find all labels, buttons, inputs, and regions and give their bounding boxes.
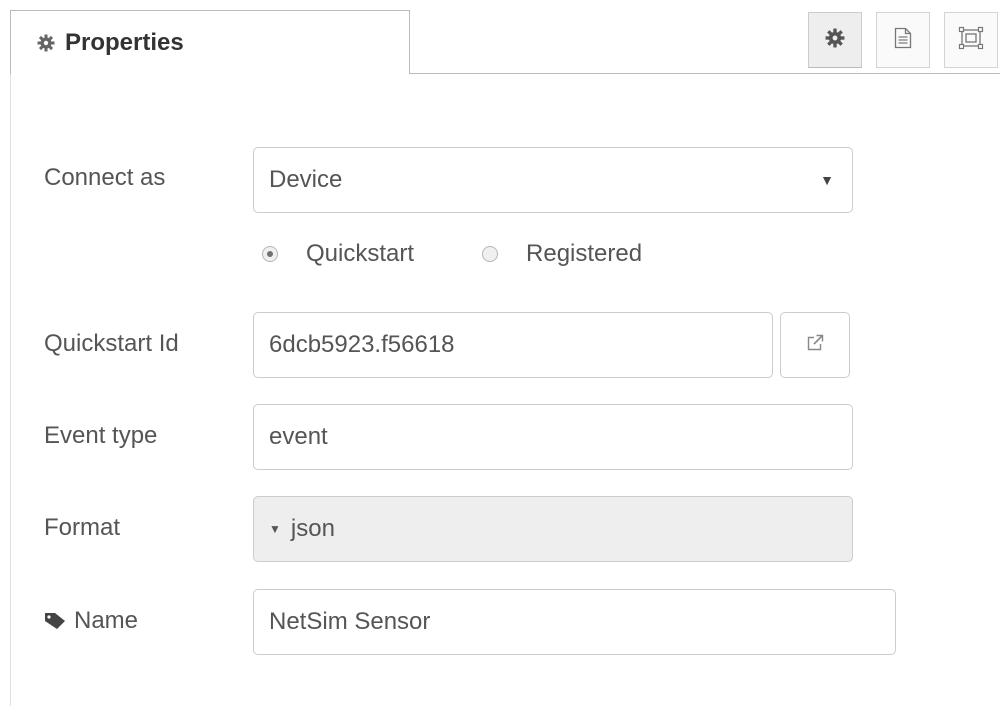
name-value: NetSim Sensor bbox=[269, 608, 431, 635]
registered-radio[interactable] bbox=[482, 246, 499, 262]
format-label: Format bbox=[44, 514, 121, 541]
name-label-row: Name bbox=[44, 607, 138, 635]
document-icon bbox=[894, 27, 912, 54]
event-type-label: Event type bbox=[44, 422, 158, 449]
quickstart-radio-label[interactable]: Quickstart bbox=[306, 240, 414, 268]
name-input[interactable]: NetSim Sensor bbox=[253, 589, 896, 655]
radio-selected-dot bbox=[267, 251, 273, 257]
tag-icon bbox=[44, 612, 66, 630]
event-type-input[interactable]: event bbox=[253, 404, 853, 470]
frame-icon bbox=[958, 26, 984, 55]
auth-radio-group: Quickstart Registered bbox=[262, 240, 642, 268]
quickstart-radio[interactable] bbox=[262, 246, 278, 262]
format-value: json bbox=[290, 515, 335, 542]
quickstart-id-label: Quickstart Id bbox=[44, 330, 179, 357]
open-quickstart-button[interactable] bbox=[780, 312, 850, 378]
caret-down-icon: ▼ bbox=[820, 172, 834, 188]
panel-left-border bbox=[10, 73, 11, 706]
registered-radio-label[interactable]: Registered bbox=[526, 240, 642, 268]
quickstart-id-input[interactable]: 6dcb5923.f56618 bbox=[253, 312, 773, 378]
quickstart-id-value: 6dcb5923.f56618 bbox=[269, 331, 455, 358]
tab-label: Properties bbox=[65, 28, 184, 56]
gear-icon bbox=[825, 28, 845, 53]
settings-button[interactable] bbox=[808, 12, 862, 68]
caret-down-icon: ▼ bbox=[269, 522, 281, 536]
tab-properties[interactable]: Properties bbox=[10, 10, 410, 74]
name-label: Name bbox=[74, 607, 139, 634]
description-button[interactable] bbox=[876, 12, 930, 68]
external-link-icon bbox=[806, 334, 824, 357]
connect-as-label: Connect as bbox=[44, 164, 166, 191]
gear-icon bbox=[37, 33, 57, 53]
connect-as-value: Device bbox=[269, 166, 343, 193]
appearance-button[interactable] bbox=[944, 12, 998, 68]
connect-as-select[interactable]: Device ▼ bbox=[253, 147, 853, 213]
event-type-value: event bbox=[269, 423, 328, 450]
format-select[interactable]: ▼ json bbox=[253, 496, 853, 562]
